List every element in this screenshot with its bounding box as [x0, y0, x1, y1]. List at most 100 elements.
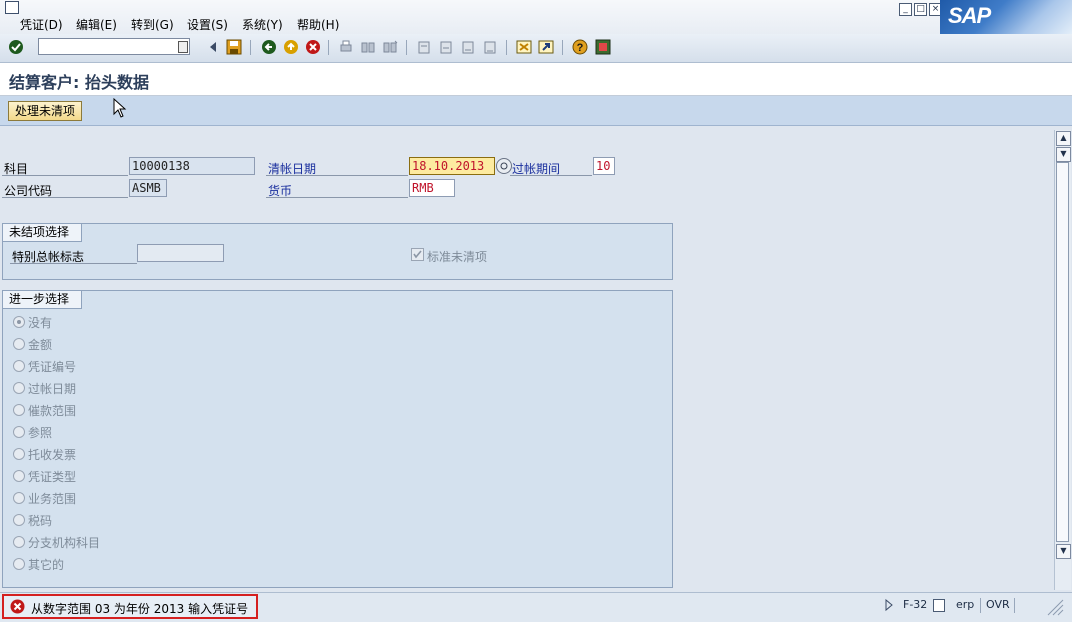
- further-selection-option[interactable]: 分支机构科目: [13, 534, 100, 551]
- radio-button-icon[interactable]: [13, 404, 25, 416]
- further-selection-title: 进一步选择: [2, 290, 83, 309]
- error-icon: [10, 599, 25, 617]
- radio-button-icon[interactable]: [13, 536, 25, 548]
- menu-edit[interactable]: 编辑(E): [76, 16, 117, 33]
- maximize-icon[interactable]: □: [914, 3, 927, 16]
- radio-button-icon[interactable]: [13, 316, 25, 328]
- further-selection-option[interactable]: 参照: [13, 424, 52, 441]
- radio-button-icon[interactable]: [13, 492, 25, 504]
- last-page-icon[interactable]: [482, 39, 498, 55]
- further-selection-option-label: 过帐日期: [28, 382, 77, 396]
- command-field-dropdown-icon[interactable]: [178, 41, 188, 53]
- radio-button-icon[interactable]: [13, 338, 25, 350]
- further-selection-option-label: 税码: [28, 514, 53, 528]
- radio-button-icon[interactable]: [13, 514, 25, 526]
- radio-button-icon[interactable]: [13, 382, 25, 394]
- minimize-icon[interactable]: _: [899, 3, 912, 16]
- further-selection-option-label: 催款范围: [28, 404, 77, 418]
- vertical-scrollbar[interactable]: ▲ ▼ ▼: [1054, 130, 1071, 590]
- further-selection-option-label: 金额: [28, 338, 53, 352]
- further-selection-option-label: 没有: [28, 316, 53, 330]
- date-picker-icon[interactable]: [496, 158, 512, 174]
- scroll-up-icon[interactable]: ▲: [1056, 131, 1071, 146]
- account-field[interactable]: 10000138: [129, 157, 255, 175]
- radio-button-icon[interactable]: [13, 360, 25, 372]
- first-page-icon[interactable]: [416, 39, 432, 55]
- special-gl-indicator-field[interactable]: [137, 244, 224, 262]
- application-toolbar: 处理未清项: [0, 96, 1072, 126]
- find-next-icon[interactable]: [382, 39, 398, 55]
- further-selection-option[interactable]: 税码: [13, 512, 52, 529]
- company-code-field[interactable]: ASMB: [129, 179, 167, 197]
- customize-layout-icon[interactable]: [595, 39, 611, 55]
- clearing-date-field[interactable]: 18.10.2013: [409, 157, 495, 175]
- scroll-down-icon[interactable]: ▼: [1056, 147, 1071, 162]
- standard-open-items-label: 标准未清项: [427, 250, 488, 264]
- process-open-items-button[interactable]: 处理未清项: [8, 101, 83, 121]
- sap-logo: SAP: [940, 0, 1072, 34]
- status-expand-icon[interactable]: [884, 598, 894, 615]
- previous-page-icon[interactable]: [438, 39, 454, 55]
- help-icon[interactable]: ?: [572, 39, 588, 55]
- further-selection-group: 进一步选择 没有金额凭证编号过帐日期催款范围参照托收发票凭证类型业务范围税码分支…: [2, 290, 673, 588]
- further-selection-option[interactable]: 催款范围: [13, 402, 76, 419]
- sap-logo-text: SAP: [948, 3, 991, 28]
- further-selection-option[interactable]: 没有: [13, 314, 52, 331]
- save-icon[interactable]: [226, 39, 242, 55]
- resize-grip-icon[interactable]: [1046, 598, 1064, 619]
- further-selection-option-label: 凭证类型: [28, 470, 77, 484]
- system-name: erp: [956, 598, 975, 611]
- status-bar: 从数字范围 03 为年份 2013 输入凭证号 F-32 erp OVR: [0, 592, 1072, 622]
- find-icon[interactable]: [360, 39, 376, 55]
- print-icon[interactable]: [338, 39, 354, 55]
- shortcut-icon[interactable]: [538, 39, 554, 55]
- further-selection-option[interactable]: 托收发票: [13, 446, 76, 463]
- further-selection-option-label: 业务范围: [28, 492, 77, 506]
- new-session-icon[interactable]: [516, 39, 532, 55]
- menu-document[interactable]: 凭证(D): [20, 16, 63, 33]
- system-toolbar: ?: [0, 34, 1072, 63]
- history-back-icon[interactable]: [205, 39, 221, 55]
- page-title: 结算客户: 抬头数据: [9, 73, 149, 92]
- further-selection-option-label: 凭证编号: [28, 360, 77, 374]
- menu-settings[interactable]: 设置(S): [187, 16, 228, 33]
- further-selection-option[interactable]: 金额: [13, 336, 52, 353]
- open-item-selection-group: 未结项选择 特别总帐标志 标准未清项: [2, 223, 673, 280]
- currency-field[interactable]: RMB: [409, 179, 455, 197]
- further-selection-option[interactable]: 过帐日期: [13, 380, 76, 397]
- further-selection-option[interactable]: 业务范围: [13, 490, 76, 507]
- svg-text:?: ?: [577, 42, 584, 54]
- next-page-icon[interactable]: [460, 39, 476, 55]
- further-selection-option[interactable]: 凭证类型: [13, 468, 76, 485]
- scrollbar-thumb[interactable]: [1056, 162, 1069, 542]
- menu-help[interactable]: 帮助(H): [297, 16, 339, 33]
- menu-goto[interactable]: 转到(G): [131, 16, 174, 33]
- scroll-down-bottom-icon[interactable]: ▼: [1056, 544, 1071, 559]
- menu-icon[interactable]: [5, 1, 19, 14]
- radio-button-icon[interactable]: [13, 448, 25, 460]
- standard-open-items-checkbox[interactable]: [411, 248, 424, 261]
- further-selection-option-label: 托收发票: [28, 448, 77, 462]
- command-field[interactable]: [38, 38, 190, 55]
- back-icon[interactable]: [261, 39, 277, 55]
- exit-icon[interactable]: [283, 39, 299, 55]
- input-mode[interactable]: OVR: [986, 598, 1010, 611]
- open-item-selection-title: 未结项选择: [2, 223, 83, 242]
- menu-bar: 凭证(D) 编辑(E) 转到(G) 设置(S) 系统(Y) 帮助(H) _ □ …: [0, 0, 1072, 35]
- further-selection-option-label: 分支机构科目: [28, 536, 101, 550]
- status-message-box[interactable]: 从数字范围 03 为年份 2013 输入凭证号: [2, 594, 258, 619]
- further-selection-option[interactable]: 凭证编号: [13, 358, 76, 375]
- mouse-cursor-icon: [113, 97, 127, 121]
- status-message-text: 从数字范围 03 为年份 2013 输入凭证号: [31, 602, 249, 616]
- radio-button-icon[interactable]: [13, 470, 25, 482]
- further-selection-option[interactable]: 其它的: [13, 556, 64, 573]
- system-info-icon[interactable]: [933, 599, 945, 612]
- radio-button-icon[interactable]: [13, 426, 25, 438]
- cancel-icon[interactable]: [305, 39, 321, 55]
- further-selection-option-label: 参照: [28, 426, 53, 440]
- posting-period-field[interactable]: 10: [593, 157, 615, 175]
- enter-icon[interactable]: [8, 39, 24, 55]
- title-bar: 结算客户: 抬头数据: [0, 63, 1072, 96]
- radio-button-icon[interactable]: [13, 558, 25, 570]
- menu-system[interactable]: 系统(Y): [242, 16, 283, 33]
